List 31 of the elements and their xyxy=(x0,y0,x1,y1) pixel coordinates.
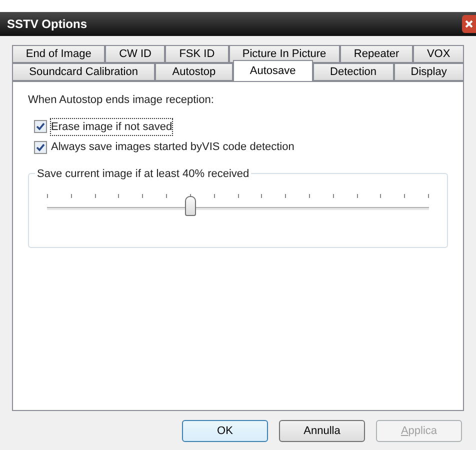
tab[interactable]: Detection xyxy=(312,63,394,81)
tick-mark xyxy=(166,194,168,198)
checkbox[interactable] xyxy=(34,140,47,154)
tab[interactable]: Repeater xyxy=(340,45,414,63)
tab[interactable]: Display xyxy=(394,63,464,81)
dialog-button[interactable]: Annulla xyxy=(279,420,365,442)
checkbox-label[interactable]: Always save images started byVIS code detection xyxy=(51,139,294,156)
check-icon xyxy=(36,142,45,152)
tab[interactable]: VOX xyxy=(413,45,464,63)
slider-thumb[interactable] xyxy=(185,196,196,216)
tab[interactable]: End of Image xyxy=(12,45,106,63)
tick-mark xyxy=(428,194,429,198)
tick-mark xyxy=(47,194,48,198)
checkbox-label[interactable]: Erase image if not saved xyxy=(51,118,172,135)
tab[interactable]: Soundcard Calibration xyxy=(12,63,156,81)
tick-mark xyxy=(70,194,72,198)
close-button[interactable] xyxy=(462,15,476,33)
tick-mark xyxy=(308,194,310,198)
tick-mark xyxy=(285,194,286,198)
tab[interactable]: Autosave xyxy=(232,60,313,81)
checkbox[interactable] xyxy=(34,120,47,134)
dialog-button[interactable]: OK xyxy=(182,420,268,442)
intro-text: When Autostop ends image reception: xyxy=(28,93,215,108)
tab[interactable]: CW ID xyxy=(105,45,166,63)
tick-mark xyxy=(332,194,334,198)
tick-mark xyxy=(404,194,406,198)
close-icon xyxy=(465,20,473,28)
tab[interactable]: FSK ID xyxy=(165,45,229,63)
check-icon xyxy=(36,122,45,132)
tab[interactable]: Autostop xyxy=(155,63,233,81)
window-title: SSTV Options xyxy=(7,16,88,33)
